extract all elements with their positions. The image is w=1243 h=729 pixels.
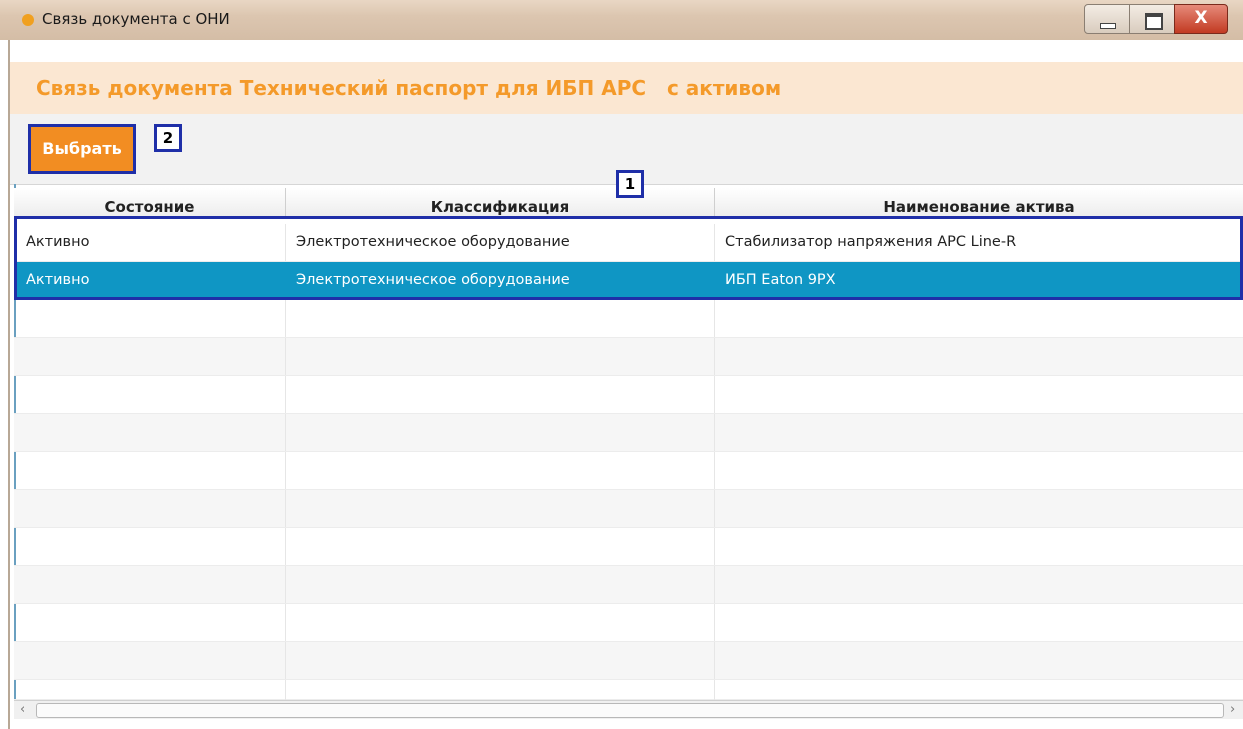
empty-row: [14, 338, 1243, 376]
empty-row: [14, 528, 1243, 566]
window-title: Связь документа с ОНИ: [42, 10, 230, 28]
cell-asset-name: ИБП Eaton 9PX: [725, 272, 836, 288]
empty-cell: [715, 566, 1243, 603]
empty-row: [14, 604, 1243, 642]
callout-badge-2: 2: [154, 124, 182, 152]
empty-cell: [286, 566, 715, 603]
empty-cell: [286, 528, 715, 565]
scrollbar-thumb[interactable]: [36, 703, 1224, 718]
empty-cell: [286, 300, 715, 337]
empty-row: [14, 490, 1243, 528]
empty-cell: [14, 376, 286, 413]
empty-cell: [14, 680, 286, 700]
cell-classification: Электротехническое оборудование: [286, 262, 715, 299]
empty-cell: [14, 338, 286, 375]
empty-row: [14, 566, 1243, 604]
cell-status: Активно: [14, 224, 286, 261]
empty-row: [14, 414, 1243, 452]
empty-cell: [286, 376, 715, 413]
empty-cell: [286, 604, 715, 641]
dialog-heading: Связь документа Технический паспорт для …: [36, 76, 782, 100]
empty-cell: [715, 642, 1243, 679]
empty-cell: [286, 680, 715, 700]
app-icon: [22, 14, 34, 26]
maximize-icon: [1145, 13, 1163, 30]
column-header-classification[interactable]: Классификация: [286, 188, 715, 218]
table-row[interactable]: Активно Электротехническое оборудование …: [14, 224, 1243, 262]
empty-row: [14, 452, 1243, 490]
minimize-icon: [1100, 23, 1116, 29]
empty-cell: [14, 566, 286, 603]
empty-cell: [14, 414, 286, 451]
scroll-left-icon[interactable]: ‹: [20, 701, 25, 719]
maximize-button[interactable]: [1129, 4, 1175, 34]
empty-cell: [14, 528, 286, 565]
horizontal-scrollbar[interactable]: ‹ ›: [14, 700, 1243, 719]
cell-status: Активно: [14, 262, 286, 299]
empty-cell: [715, 414, 1243, 451]
table-row-selected[interactable]: Активно Электротехническое оборудование …: [14, 262, 1243, 300]
empty-cell: [14, 452, 286, 489]
empty-cell: [14, 300, 286, 337]
empty-cell: [14, 642, 286, 679]
empty-cell: [715, 452, 1243, 489]
empty-cell: [715, 604, 1243, 641]
minimize-button[interactable]: [1084, 4, 1130, 34]
empty-cell: [715, 376, 1243, 413]
column-header-status[interactable]: Состояние: [14, 188, 286, 218]
empty-cell: [286, 452, 715, 489]
title-bar: Связь документа с ОНИ X: [0, 0, 1243, 40]
empty-cell: [715, 528, 1243, 565]
empty-cell: [715, 338, 1243, 375]
callout-badge-1: 1: [616, 170, 644, 198]
empty-cell: [715, 490, 1243, 527]
empty-cell: [715, 300, 1243, 337]
scroll-right-icon[interactable]: ›: [1230, 701, 1235, 719]
empty-cell: [286, 490, 715, 527]
empty-cell: [14, 490, 286, 527]
dialog-header: Связь документа Технический паспорт для …: [10, 62, 1243, 114]
empty-cell: [286, 642, 715, 679]
cell-classification: Электротехническое оборудование: [286, 224, 715, 261]
empty-row: [14, 642, 1243, 680]
empty-cell: [14, 604, 286, 641]
empty-row: [14, 300, 1243, 338]
column-header-asset-name[interactable]: Наименование актива: [715, 188, 1243, 218]
empty-cell: [286, 338, 715, 375]
empty-cell: [715, 680, 1243, 700]
close-button[interactable]: X: [1174, 4, 1228, 34]
cell-asset-name: Стабилизатор напряжения APC Line-R: [725, 234, 1017, 250]
empty-row: [14, 680, 1243, 700]
empty-cell: [286, 414, 715, 451]
select-button[interactable]: Выбрать: [28, 124, 136, 174]
empty-row: [14, 376, 1243, 414]
